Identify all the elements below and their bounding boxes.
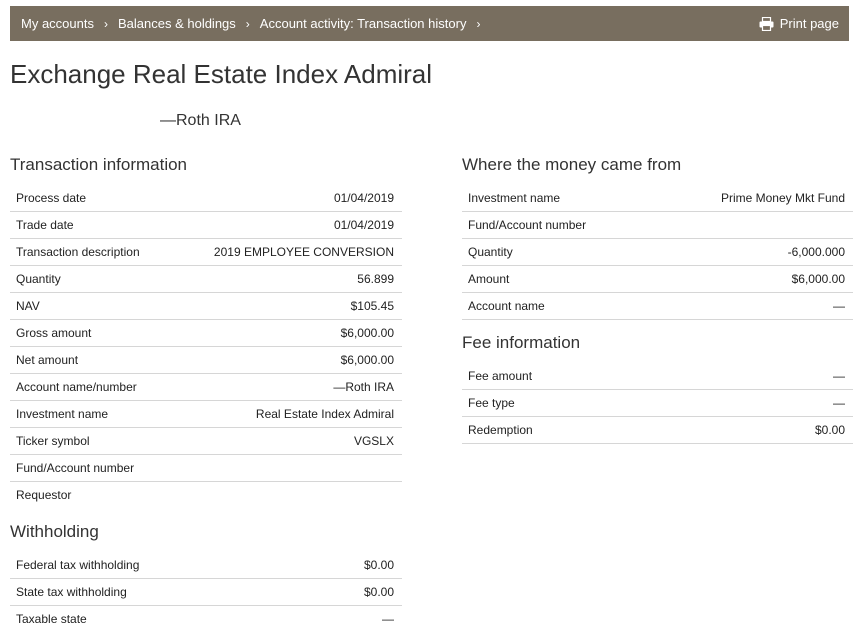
breadcrumb-my-accounts[interactable]: My accounts — [21, 16, 94, 31]
detail-label: Requestor — [16, 488, 72, 502]
breadcrumb-bar: My accounts › Balances & holdings › Acco… — [10, 6, 849, 41]
chevron-right-icon: › — [245, 16, 250, 31]
detail-row: Federal tax withholding $0.00 — [10, 552, 402, 579]
detail-row: Requestor — [10, 482, 402, 508]
detail-value: $0.00 — [363, 558, 394, 572]
detail-row: Gross amount $6,000.00 — [10, 320, 402, 347]
detail-label: Fund/Account number — [468, 218, 587, 232]
detail-label: Account name — [468, 299, 545, 313]
detail-value: $6,000.00 — [791, 272, 845, 286]
detail-value: $6,000.00 — [340, 326, 394, 340]
detail-value: 01/04/2019 — [333, 191, 394, 205]
detail-label: Investment name — [16, 407, 109, 421]
detail-row: Quantity -6,000.000 — [462, 239, 853, 266]
withholding-heading: Withholding — [10, 522, 99, 541]
detail-row: Net amount $6,000.00 — [10, 347, 402, 374]
detail-row: Quantity 56.899 — [10, 266, 402, 293]
detail-value: $105.45 — [350, 299, 394, 313]
detail-label: Gross amount — [16, 326, 92, 340]
detail-value: Real Estate Index Admiral — [255, 407, 394, 421]
page-title: Exchange Real Estate Index Admiral — [10, 59, 433, 89]
detail-row: Taxable state — — [10, 606, 402, 632]
detail-label: Transaction description — [16, 245, 140, 259]
detail-label: State tax withholding — [16, 585, 127, 599]
detail-row: Amount $6,000.00 — [462, 266, 853, 293]
detail-value: — — [382, 612, 394, 626]
chevron-right-icon: › — [476, 16, 481, 31]
detail-label: Fee type — [468, 396, 515, 410]
detail-value: — — [833, 299, 845, 313]
chevron-right-icon: › — [103, 16, 108, 31]
detail-row: Fee type — — [462, 390, 853, 417]
detail-label: Federal tax withholding — [16, 558, 140, 572]
detail-row: Redemption $0.00 — [462, 417, 853, 444]
detail-label: Quantity — [16, 272, 61, 286]
detail-value: VGSLX — [353, 434, 394, 448]
detail-label: Quantity — [468, 245, 513, 259]
fee-info-table: Fee amount — Fee type — Redemption $0.00 — [462, 363, 853, 444]
detail-label: Amount — [468, 272, 510, 286]
detail-value: — — [833, 369, 845, 383]
detail-label: Fund/Account number — [16, 461, 135, 475]
detail-label: Account name/number — [16, 380, 137, 394]
detail-value: 56.899 — [357, 272, 394, 286]
detail-label: Taxable state — [16, 612, 87, 626]
detail-value: $0.00 — [363, 585, 394, 599]
detail-label: Fee amount — [468, 369, 533, 383]
detail-value: — — [833, 396, 845, 410]
detail-row: Account name — — [462, 293, 853, 320]
detail-row: Trade date 01/04/2019 — [10, 212, 402, 239]
print-page-label: Print page — [779, 16, 839, 31]
detail-row: Investment name Prime Money Mkt Fund — [462, 185, 853, 212]
page-subtitle: —Roth IRA — [160, 112, 241, 129]
detail-row: Ticker symbol VGSLX — [10, 428, 402, 455]
breadcrumb-balances-holdings[interactable]: Balances & holdings — [118, 16, 236, 31]
fee-info-heading: Fee information — [462, 333, 581, 352]
detail-value: $6,000.00 — [340, 353, 394, 367]
detail-label: NAV — [16, 299, 40, 313]
detail-row: Account name/number —Roth IRA — [10, 374, 402, 401]
detail-row: NAV $105.45 — [10, 293, 402, 320]
transaction-info-heading: Transaction information — [10, 155, 188, 174]
detail-label: Net amount — [16, 353, 79, 367]
detail-label: Ticker symbol — [16, 434, 90, 448]
detail-row: Transaction description 2019 EMPLOYEE CON… — [10, 239, 402, 266]
detail-row: Investment name Real Estate Index Admiral — [10, 401, 402, 428]
detail-value: -6,000.000 — [787, 245, 845, 259]
money-source-heading: Where the money came from — [462, 155, 682, 174]
detail-label: Trade date — [16, 218, 74, 232]
detail-row: Fund/Account number — [10, 455, 402, 482]
detail-value: —Roth IRA — [333, 380, 394, 394]
breadcrumb-transaction-history[interactable]: Account activity: Transaction history — [260, 16, 467, 31]
detail-row: Fee amount — — [462, 363, 853, 390]
detail-value: Prime Money Mkt Fund — [720, 191, 845, 205]
detail-label: Redemption — [468, 423, 533, 437]
detail-value: 01/04/2019 — [333, 218, 394, 232]
detail-label: Investment name — [468, 191, 561, 205]
detail-value: $0.00 — [814, 423, 845, 437]
withholding-table: Federal tax withholding $0.00 State tax wi… — [10, 552, 402, 632]
detail-row: State tax withholding $0.00 — [10, 579, 402, 606]
detail-row: Fund/Account number — [462, 212, 853, 239]
print-page-button[interactable]: Print page — [759, 6, 839, 41]
money-source-table: Investment name Prime Money Mkt Fund Fund/… — [462, 185, 853, 320]
detail-label: Process date — [16, 191, 87, 205]
transaction-info-table: Process date 01/04/2019 Trade date 01/04/20… — [10, 185, 402, 508]
printer-icon — [759, 16, 774, 31]
breadcrumb: My accounts › Balances & holdings › Acco… — [21, 6, 490, 41]
detail-value: 2019 EMPLOYEE CONVERSION — [213, 245, 394, 259]
detail-row: Process date 01/04/2019 — [10, 185, 402, 212]
